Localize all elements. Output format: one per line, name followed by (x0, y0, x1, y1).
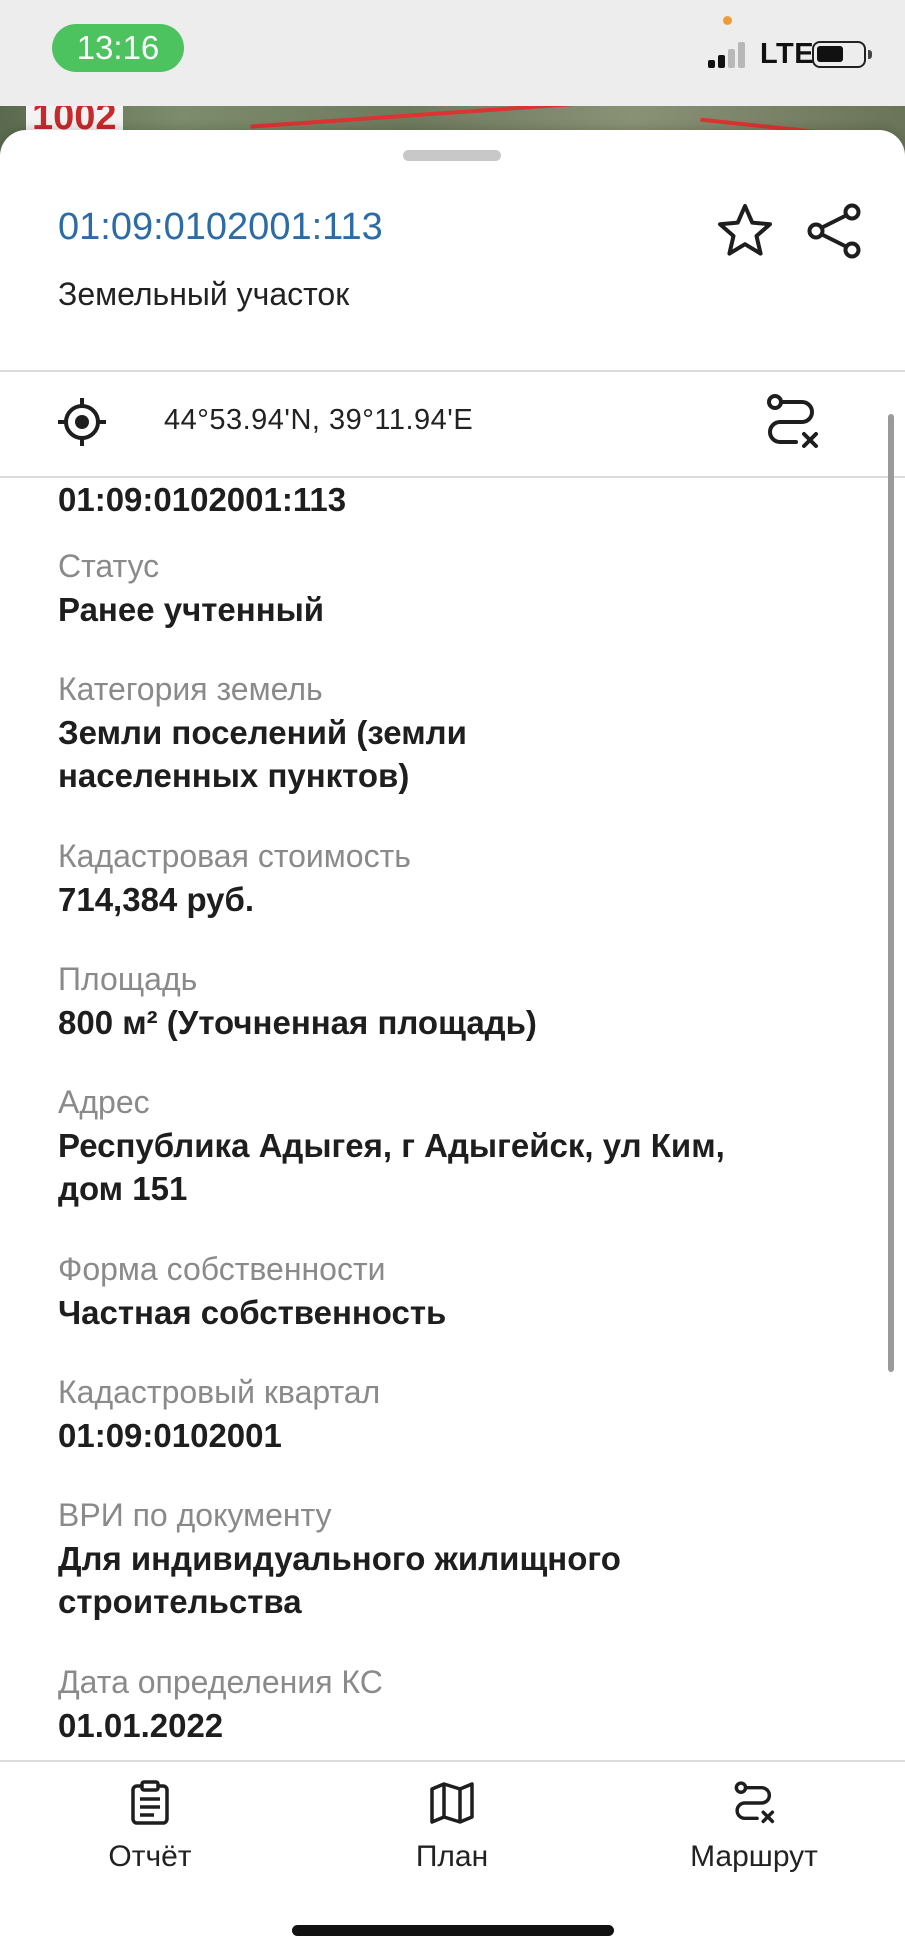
signal-icon (708, 40, 752, 68)
field-label: ВРИ по документу (58, 1497, 332, 1533)
sheet-header: 01:09:0102001:113 Земельный участок (0, 130, 905, 370)
field-value-line: Республика Адыгея, г Адыгейск, ул Ким, (58, 1127, 725, 1164)
privacy-indicator-dot (723, 16, 732, 25)
status-time: 13:16 (52, 24, 184, 72)
field-label: Кадастровая стоимость (58, 838, 411, 874)
tab-route[interactable]: Маршрут (644, 1780, 864, 1874)
field-label: Адрес (58, 1084, 150, 1120)
field-value-line: дом 151 (58, 1170, 188, 1207)
status-bar: 13:16 LTE (0, 0, 905, 106)
field-label: Площадь (58, 961, 198, 997)
field-status: Статус Ранее учтенный (58, 546, 858, 631)
network-type: LTE (760, 38, 815, 70)
route-icon (734, 1781, 775, 1824)
star-icon (718, 204, 772, 256)
field-value: 714,384 руб. (58, 881, 255, 918)
map-icon (430, 1782, 474, 1824)
details-sheet: 01:09:0102001:113 Земельный участок 44°5… (0, 130, 905, 1960)
battery-icon (812, 41, 872, 68)
tab-report-label: Отчёт (108, 1840, 192, 1873)
field-value: Земли поселений (земли населенных пункто… (58, 711, 858, 797)
tab-route-label: Маршрут (690, 1840, 818, 1873)
field-cadastral-value: Кадастровая стоимость 714,384 руб. (58, 836, 858, 921)
field-value: 800 м² (Уточненная площадь) (58, 1004, 537, 1041)
field-address: Адрес Республика Адыгея, г Адыгейск, ул … (58, 1082, 858, 1210)
field-label: Категория земель (58, 671, 323, 707)
field-value-line: населенных пунктов) (58, 757, 410, 794)
field-value: Частная собственность (58, 1294, 447, 1331)
field-permitted-use: ВРИ по документу Для индивидуального жил… (58, 1495, 858, 1623)
object-type: Земельный участок (58, 276, 350, 312)
coordinates-text[interactable]: 44°53.94'N, 39°11.94'E (164, 404, 473, 437)
tab-plan[interactable]: План (342, 1780, 562, 1874)
field-value-line: Земли поселений (земли (58, 714, 467, 751)
field-value-line: Для индивидуального жилищного (58, 1540, 621, 1577)
coordinates-row[interactable]: 44°53.94'N, 39°11.94'E (0, 372, 905, 476)
favorite-button[interactable] (714, 200, 776, 262)
tab-report[interactable]: Отчёт (40, 1780, 260, 1874)
target-icon (56, 396, 108, 448)
cadastral-number-value: 01:09:0102001:113 (58, 481, 347, 518)
route-clear-button[interactable] (762, 392, 822, 452)
field-valuation-date: Дата определения КС 01.01.2022 (58, 1662, 858, 1747)
field-value: 01.01.2022 (58, 1707, 224, 1744)
tab-plan-label: План (415, 1840, 489, 1873)
field-value: Республика Адыгея, г Адыгейск, ул Ким, д… (58, 1124, 858, 1210)
cadastral-number-link[interactable]: 01:09:0102001:113 (58, 206, 383, 249)
field-value: Ранее учтенный (58, 591, 325, 628)
route-clear-icon (767, 394, 818, 448)
field-land-category: Категория земель Земли поселений (земли … (58, 669, 858, 797)
field-value: 01:09:0102001 (58, 1417, 282, 1454)
field-value: Для индивидуального жилищного строительс… (58, 1537, 858, 1623)
field-value-line: строительства (58, 1583, 302, 1620)
home-indicator[interactable] (292, 1925, 614, 1936)
clipboard-icon (131, 1780, 169, 1825)
field-label: Кадастровый квартал (58, 1374, 381, 1410)
scrollbar[interactable] (888, 414, 894, 1372)
share-icon (807, 203, 861, 259)
parcel-boundary-line (250, 106, 670, 129)
field-label: Статус (58, 548, 160, 584)
field-area: Площадь 800 м² (Уточненная площадь) (58, 959, 858, 1044)
share-button[interactable] (804, 200, 866, 262)
screen: 13:16 LTE 1002 01:09:0102001:113 Земельн… (0, 0, 905, 1960)
field-label: Форма собственности (58, 1251, 386, 1287)
field-ownership-form: Форма собственности Частная собственност… (58, 1249, 858, 1334)
field-cadastral-quarter: Кадастровый квартал 01:09:0102001 (58, 1372, 858, 1457)
field-label: Дата определения КС (58, 1664, 383, 1700)
details-list[interactable]: 01:09:0102001:113 Статус Ранее учтенный … (0, 478, 905, 1890)
